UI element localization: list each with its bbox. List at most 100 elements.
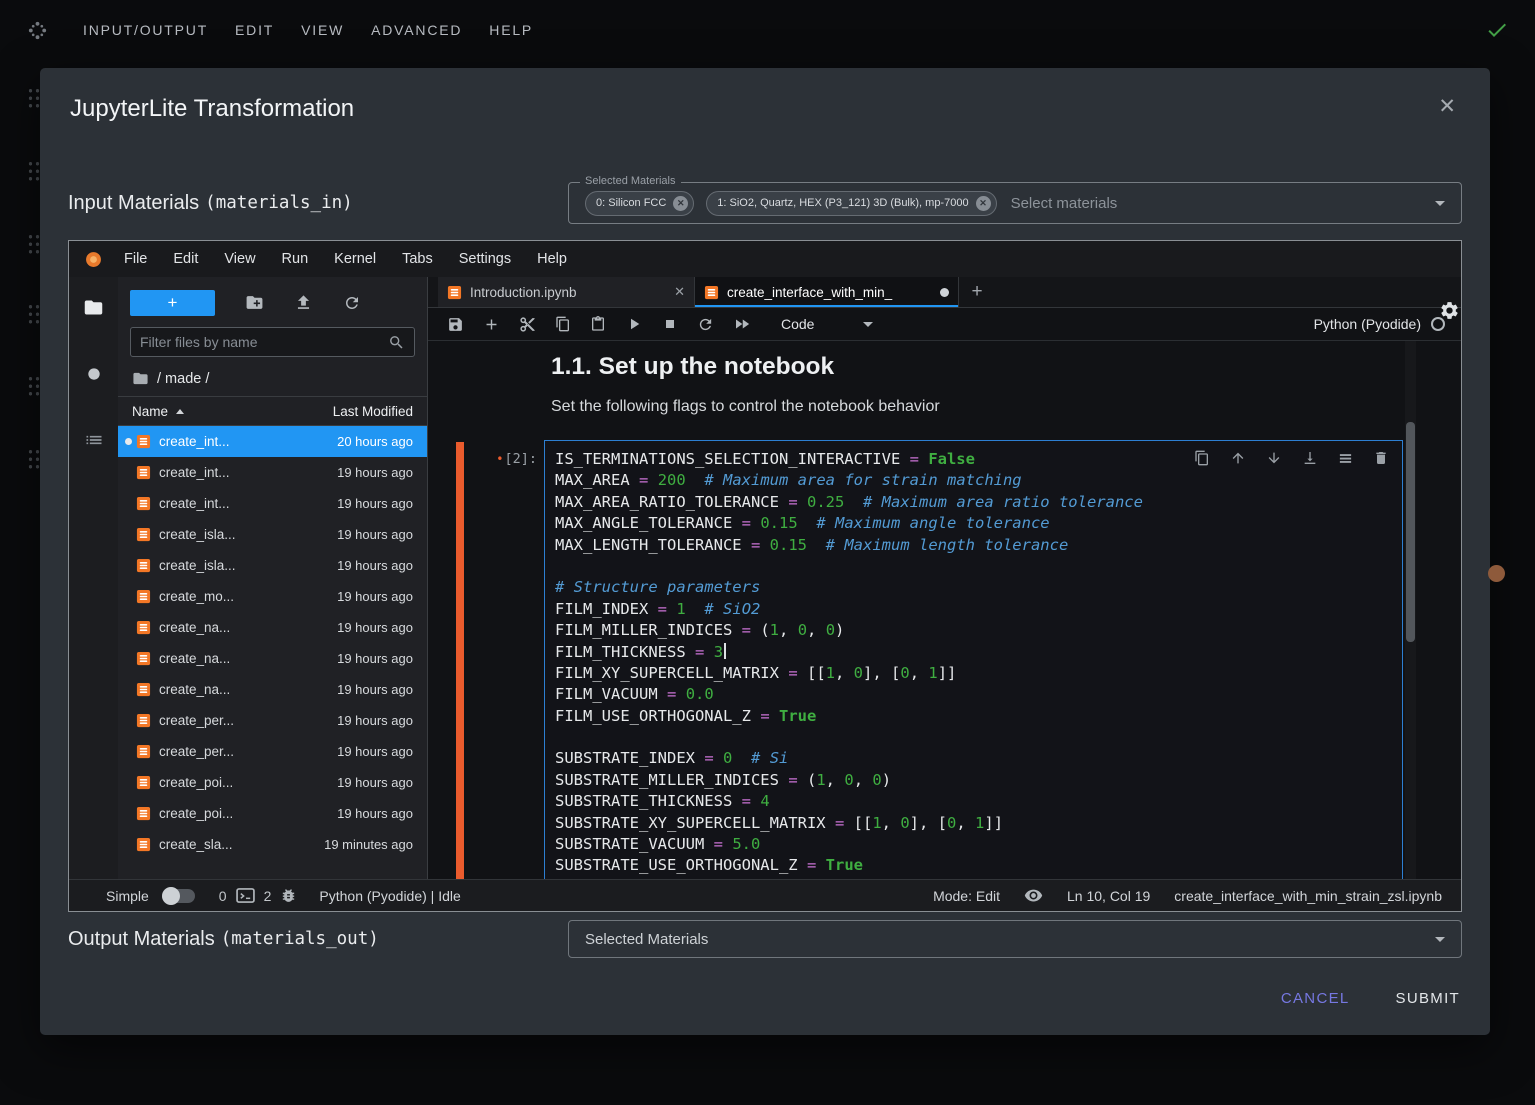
table-of-contents-tab-icon[interactable]: [84, 430, 104, 450]
column-header-name[interactable]: Name: [132, 404, 184, 419]
material-chip[interactable]: 1: SiO2, Quartz, HEX (P3_121) 3D (Bulk),…: [706, 191, 996, 216]
file-row[interactable]: create_per... 19 hours ago: [118, 736, 427, 767]
jupyter-menu-item[interactable]: Edit: [160, 241, 211, 277]
jupyter-menu-item[interactable]: Run: [269, 241, 322, 277]
code-line: [555, 727, 1402, 748]
cell-menu-icon[interactable]: [1338, 450, 1353, 466]
refresh-file-list-icon[interactable]: [343, 294, 361, 312]
paste-cells-icon[interactable]: [590, 316, 606, 332]
markdown-cell[interactable]: 1.1. Set up the notebook Set the followi…: [551, 353, 1461, 416]
file-browser-tab-icon[interactable]: [83, 297, 104, 318]
file-row[interactable]: create_na... 19 hours ago: [118, 643, 427, 674]
submit-button[interactable]: SUBMIT: [1396, 990, 1460, 1007]
material-chip[interactable]: 0: Silicon FCC ✕: [585, 191, 694, 216]
notebook-tab[interactable]: Introduction.ipynb ✕: [438, 277, 695, 307]
output-materials-select[interactable]: Selected Materials: [568, 920, 1462, 958]
code-cell[interactable]: •[2]: IS_TERMINATIONS_SELECTION_INTERACT…: [428, 440, 1461, 879]
run-cell-icon[interactable]: [625, 315, 643, 333]
tab-close-icon[interactable]: ✕: [674, 284, 685, 300]
file-row[interactable]: create_int... 20 hours ago: [118, 426, 427, 457]
cancel-button[interactable]: CANCEL: [1281, 990, 1350, 1007]
add-tab-button[interactable]: +: [959, 277, 995, 307]
move-cell-up-icon[interactable]: [1230, 450, 1246, 466]
file-name: create_int...: [159, 465, 230, 480]
saved-check-icon[interactable]: [1485, 18, 1509, 42]
notebook-scrollbar[interactable]: [1405, 341, 1416, 879]
save-icon[interactable]: [447, 316, 464, 333]
file-row[interactable]: create_isla... 19 hours ago: [118, 519, 427, 550]
delete-cell-icon[interactable]: [1373, 450, 1389, 466]
drag-handle[interactable]: [27, 233, 41, 255]
simple-mode-toggle[interactable]: [162, 889, 195, 903]
running-kernels-tab-icon[interactable]: [87, 367, 101, 381]
code-editor[interactable]: IS_TERMINATIONS_SELECTION_INTERACTIVE = …: [544, 440, 1403, 879]
filter-files-box[interactable]: [130, 327, 415, 357]
kernel-status-text[interactable]: Python (Pyodide) | Idle: [319, 888, 460, 904]
new-folder-icon[interactable]: [245, 293, 264, 312]
chip-remove-icon[interactable]: ✕: [673, 196, 688, 211]
file-row[interactable]: create_mo... 19 hours ago: [118, 581, 427, 612]
upload-files-icon[interactable]: [294, 293, 313, 312]
code-line: FILM_INDEX = 1 # SiO2: [555, 599, 1402, 620]
drag-handle[interactable]: [27, 87, 41, 109]
close-icon[interactable]: ✕: [1438, 96, 1456, 117]
notebook-file-icon: [136, 837, 151, 852]
app-menu-item[interactable]: INPUT/OUTPUT: [83, 18, 208, 42]
drag-handle[interactable]: [27, 448, 41, 470]
file-row[interactable]: create_sla... 19 minutes ago: [118, 829, 427, 860]
file-row[interactable]: create_isla... 19 hours ago: [118, 550, 427, 581]
chevron-down-icon[interactable]: [1435, 201, 1445, 206]
file-row[interactable]: create_int... 19 hours ago: [118, 457, 427, 488]
side-handle[interactable]: [1488, 565, 1505, 582]
cursor-position[interactable]: Ln 10, Col 19: [1067, 888, 1150, 904]
jupyter-menu-item[interactable]: Settings: [446, 241, 524, 277]
move-cell-down-icon[interactable]: [1266, 450, 1282, 466]
filter-files-input[interactable]: [140, 334, 388, 350]
cut-cells-icon[interactable]: [519, 316, 536, 333]
chip-remove-icon[interactable]: ✕: [976, 196, 991, 211]
jupyter-menu-item[interactable]: Tabs: [389, 241, 446, 277]
file-row[interactable]: create_na... 19 hours ago: [118, 674, 427, 705]
scrollbar-thumb[interactable]: [1406, 422, 1415, 642]
settings-gear-icon[interactable]: [1439, 300, 1460, 321]
cell-type-select[interactable]: Code: [781, 316, 873, 332]
app-menu-item[interactable]: ADVANCED: [371, 18, 462, 42]
interrupt-kernel-icon[interactable]: [662, 316, 678, 332]
drag-handle[interactable]: [27, 375, 41, 397]
breadcrumb[interactable]: / made /: [118, 357, 427, 396]
file-row[interactable]: create_poi... 19 hours ago: [118, 798, 427, 829]
mode-indicator[interactable]: Mode: Edit: [933, 888, 1000, 904]
jupyter-menu-item[interactable]: View: [211, 241, 268, 277]
copy-cells-icon[interactable]: [555, 316, 571, 332]
restart-run-all-icon[interactable]: [733, 315, 751, 333]
app-menu-item[interactable]: EDIT: [235, 18, 274, 42]
app-menu-item[interactable]: VIEW: [301, 18, 344, 42]
app-menu-item[interactable]: HELP: [489, 18, 533, 42]
file-row[interactable]: create_na... 19 hours ago: [118, 612, 427, 643]
input-materials-row: Input Materials (materials_in) Selected …: [68, 182, 1462, 224]
file-row[interactable]: create_int... 19 hours ago: [118, 488, 427, 519]
file-row[interactable]: create_per... 19 hours ago: [118, 705, 427, 736]
jupyter-menu-item[interactable]: Kernel: [321, 241, 389, 277]
home-folder-icon[interactable]: [132, 370, 149, 387]
duplicate-cell-icon[interactable]: [1194, 450, 1210, 466]
jupyter-menu-item[interactable]: File: [111, 241, 160, 277]
kernel-indicator[interactable]: Python (Pyodide): [1314, 316, 1445, 332]
sessions-indicator[interactable]: 0 2: [219, 887, 298, 904]
notebook-tab[interactable]: create_interface_with_min_ ✕: [695, 277, 959, 307]
insert-cell-icon[interactable]: [483, 316, 500, 333]
drag-handle[interactable]: [27, 160, 41, 182]
new-launcher-button[interactable]: +: [130, 290, 215, 316]
jupyter-menu-item[interactable]: Help: [524, 241, 580, 277]
drag-handle[interactable]: [27, 303, 41, 325]
kernel-name: Python (Pyodide): [1314, 316, 1421, 332]
notebook-file-icon: [136, 744, 151, 759]
insert-cell-below-icon[interactable]: [1302, 450, 1318, 466]
eye-icon[interactable]: [1024, 886, 1043, 905]
column-header-last-modified[interactable]: Last Modified: [333, 404, 413, 419]
input-materials-select[interactable]: Selected Materials 0: Silicon FCC ✕ 1: S…: [568, 182, 1462, 224]
notebook-content[interactable]: 1.1. Set up the notebook Set the followi…: [428, 341, 1461, 879]
restart-kernel-icon[interactable]: [697, 316, 714, 333]
chevron-down-icon[interactable]: [1435, 937, 1445, 942]
file-row[interactable]: create_poi... 19 hours ago: [118, 767, 427, 798]
